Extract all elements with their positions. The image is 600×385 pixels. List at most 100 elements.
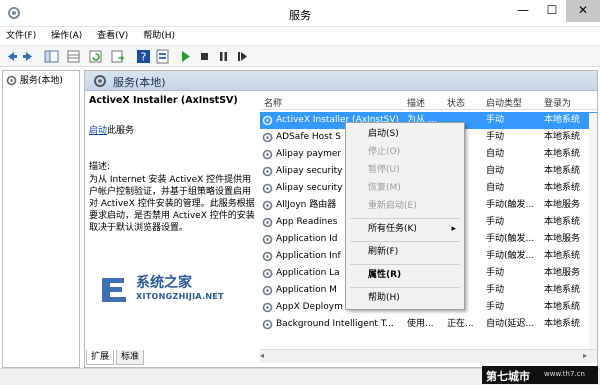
cell-startup: 手动: [486, 132, 505, 142]
site-brand: 第七城市 www.th7.cn: [482, 366, 598, 384]
panel-header: 服务(本地): [85, 71, 597, 91]
menu-separator: [350, 287, 460, 288]
cell-logon: 本地系统: [544, 132, 581, 142]
column-header-description[interactable]: 描述: [407, 96, 425, 109]
gear-icon: [262, 132, 273, 143]
context-menu-item: 暂停(U): [346, 162, 464, 179]
gear-icon: [262, 285, 273, 296]
vertical-scrollbar[interactable]: [589, 113, 597, 349]
column-header-startup-type[interactable]: 启动类型: [486, 96, 522, 109]
cell-startup: 自动: [486, 183, 505, 193]
cell-logon: 本地系统: [544, 285, 581, 295]
gear-icon: [262, 268, 273, 279]
services-panel: 服务(本地) ActiveX Installer (AxInstSV) 启动此服…: [84, 70, 598, 368]
context-menu-item[interactable]: 所有任务(K) ▸: [346, 221, 464, 238]
forward-icon[interactable]: [21, 49, 36, 64]
menu-file[interactable]: 文件(F): [0, 27, 42, 45]
menu-view[interactable]: 查看(V): [91, 27, 134, 45]
cell-startup: 手动(触发...: [486, 251, 535, 261]
pause-icon[interactable]: [216, 49, 231, 64]
context-menu-item: 恢复(M): [346, 180, 464, 197]
context-menu-item-label: 所有任务(K): [368, 224, 417, 234]
tab-standard[interactable]: 标准: [116, 350, 145, 365]
gear-icon: [262, 149, 273, 160]
table-header: 名称 描述 状态 启动类型 登录为: [260, 92, 597, 110]
brand-url: www.th7.cn: [544, 370, 585, 378]
watermark-subtitle: XITONGZHIJIA.NET: [136, 292, 224, 301]
context-menu: 启动(S) 停止(O) 暂停(U) 恢复(M) 重新启动(E) 所有任务(K) ▸ 刷新(F)…: [345, 122, 465, 310]
console-tree: 服务(本地): [2, 70, 80, 368]
cell-logon: 本地服务: [544, 234, 581, 244]
cell-logon: 本地系统: [544, 302, 581, 312]
start-service-link[interactable]: 启动: [89, 126, 107, 136]
maximize-button[interactable]: ☐: [538, 0, 566, 22]
export-list-icon[interactable]: [110, 49, 125, 64]
context-menu-item-label: 帮助(H): [368, 293, 400, 303]
context-menu-item-label: 暂停(U): [368, 165, 400, 175]
cell-startup: 自动: [486, 149, 505, 159]
show-hide-tree-icon[interactable]: [44, 49, 59, 64]
cell-startup: 自动: [486, 166, 505, 176]
context-menu-item: 重新启动(E): [346, 198, 464, 215]
grid-icon[interactable]: [66, 49, 81, 64]
gear-icon: [262, 166, 273, 177]
context-menu-item-label: 刷新(F): [368, 247, 399, 257]
context-menu-item-label: 启动(S): [368, 129, 399, 139]
cell-logon: 本地系统: [544, 183, 581, 193]
watermark-logo-icon: [102, 278, 126, 302]
submenu-arrow-icon: ▸: [451, 224, 456, 234]
context-menu-item[interactable]: 属性(R): [346, 267, 464, 284]
tree-item-local-services[interactable]: 服务(本地): [6, 74, 63, 88]
gear-icon: [262, 183, 273, 194]
cell-logon: 本地系统: [544, 251, 581, 261]
stop-icon[interactable]: [197, 49, 212, 64]
cell-startup: 手动: [486, 268, 505, 278]
cell-logon: 本地系统: [544, 319, 581, 329]
context-menu-item-label: 停止(O): [368, 147, 401, 157]
column-header-name[interactable]: 名称: [264, 96, 282, 109]
gear-icon: [262, 200, 273, 211]
panel-title: 服务(本地): [113, 76, 166, 89]
cell-logon: 本地系统: [544, 166, 581, 176]
minimize-button[interactable]: —: [508, 0, 538, 22]
context-menu-item-label: 属性(R): [368, 270, 402, 280]
tab-extended[interactable]: 扩展: [86, 350, 115, 365]
column-header-status[interactable]: 状态: [447, 96, 465, 109]
restart-icon[interactable]: [235, 49, 250, 64]
selected-service-name: ActiveX Installer (AxInstSV): [89, 95, 238, 106]
context-menu-item[interactable]: 启动(S): [346, 126, 464, 143]
cell-logon: 本地系统: [544, 149, 581, 159]
gear-icon: [262, 319, 273, 330]
svg-text:?: ?: [141, 51, 147, 64]
view-tabs: 扩展 标准: [84, 350, 384, 365]
help-icon[interactable]: ?: [136, 49, 151, 64]
menu-help[interactable]: 帮助(H): [137, 27, 181, 45]
cell-startup: 手动: [486, 217, 505, 227]
refresh-icon[interactable]: [88, 49, 103, 64]
scroll-right-arrow-icon[interactable]: ▸: [583, 351, 587, 360]
cell-desc: 使用...: [407, 319, 434, 329]
properties-icon[interactable]: [155, 49, 170, 64]
watermark-title: 系统之家: [136, 275, 192, 291]
title-bar: 服务 — ☐ ✕: [0, 0, 600, 27]
column-header-log-on-as[interactable]: 登录为: [544, 96, 571, 109]
cell-name: Background Intelligent T...: [276, 319, 394, 329]
back-icon[interactable]: [4, 49, 19, 64]
cell-startup: 自动(延迟...: [486, 319, 535, 329]
cell-startup: 手动(触发...: [486, 200, 535, 210]
menu-action[interactable]: 操作(A): [45, 27, 88, 45]
start-link-suffix: 此服务: [107, 126, 135, 137]
context-menu-item[interactable]: 帮助(H): [346, 290, 464, 307]
context-menu-item-label: 重新启动(E): [368, 201, 417, 211]
toolbar: ?: [0, 45, 600, 67]
table-row[interactable]: Background Intelligent T... 使用... 正在... 自动(…: [260, 316, 597, 333]
context-menu-item[interactable]: 刷新(F): [346, 244, 464, 261]
menu-separator: [350, 264, 460, 265]
watermark-logo: 系统之家 XITONGZHIJIA.NET: [98, 270, 258, 310]
play-icon[interactable]: [178, 49, 193, 64]
context-menu-item-label: 恢复(M): [368, 183, 401, 193]
close-button[interactable]: ✕: [566, 0, 600, 22]
menu-separator: [350, 241, 460, 242]
gear-icon: [94, 75, 106, 87]
gear-icon: [6, 75, 17, 86]
